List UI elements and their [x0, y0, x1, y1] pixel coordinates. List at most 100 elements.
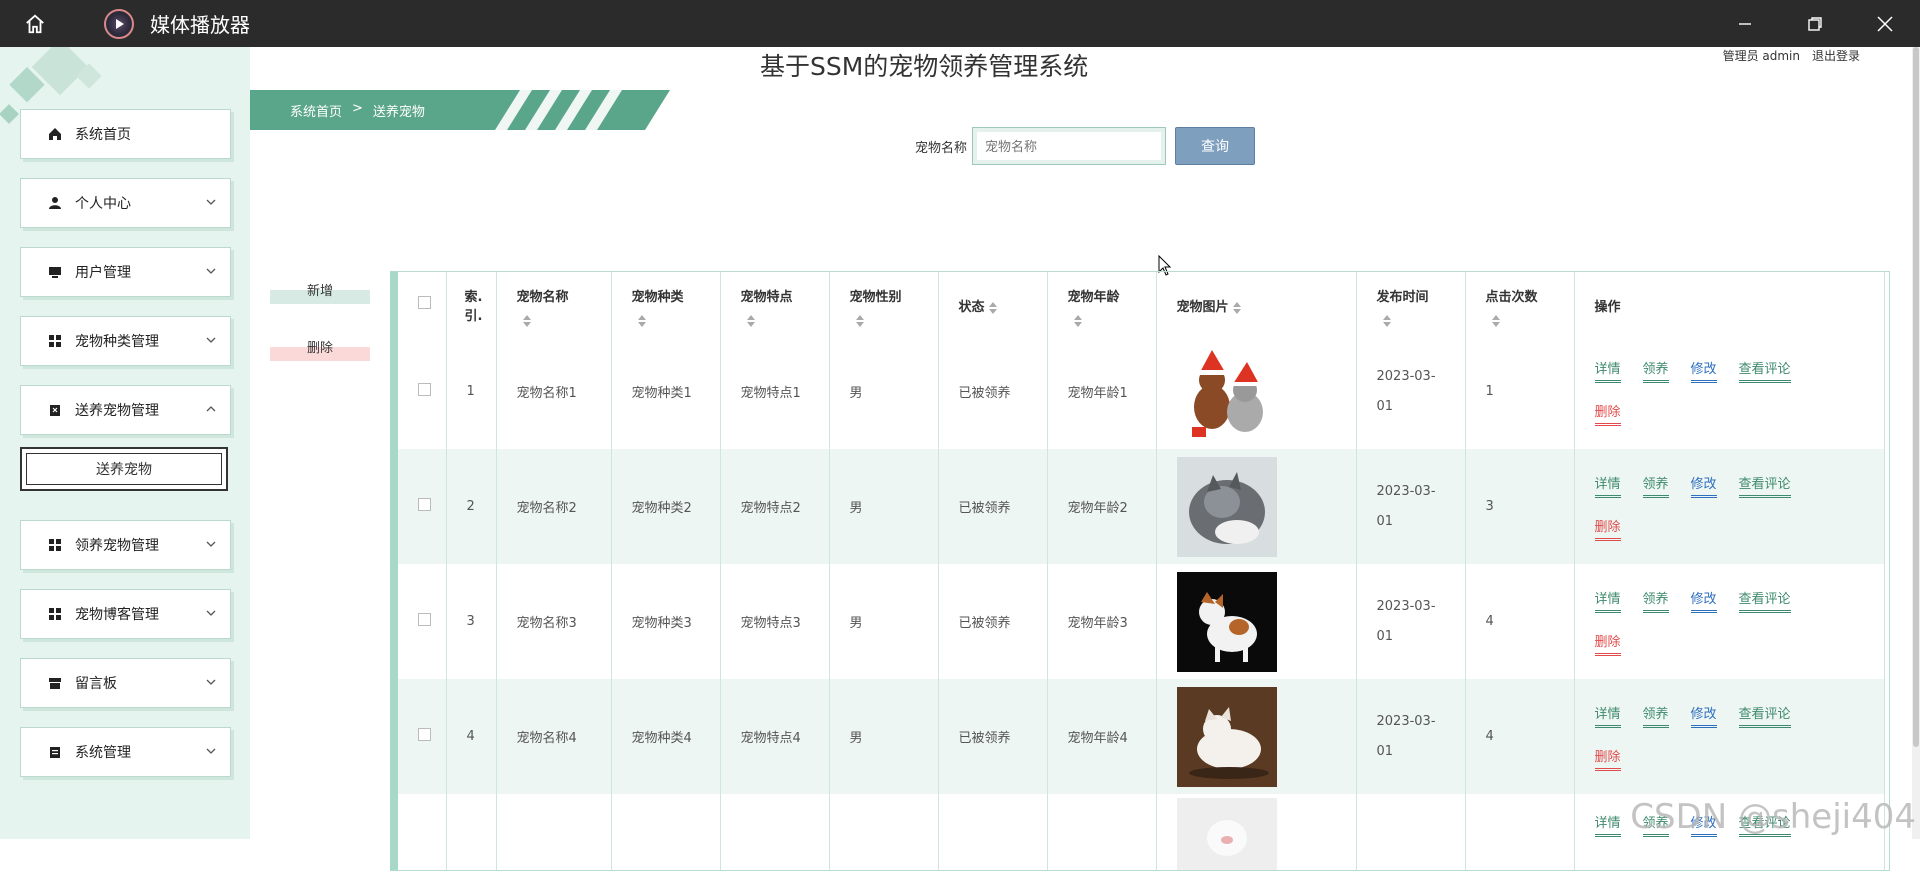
sidebar-item-pet-blog[interactable]: 宠物博客管理 — [20, 589, 231, 639]
pet-image-partial[interactable] — [1176, 798, 1277, 871]
chevron-down-icon — [206, 199, 216, 205]
adopt-link[interactable]: 领养 — [1642, 473, 1669, 498]
view-comments-link[interactable]: 查看评论 — [1738, 588, 1791, 613]
row-checkbox[interactable] — [418, 498, 431, 511]
detail-link[interactable]: 详情 — [1594, 358, 1621, 383]
cell-index: 2 — [446, 449, 497, 564]
minimize-button[interactable] — [1710, 0, 1780, 47]
row-checkbox[interactable] — [418, 613, 431, 626]
cell-gender: 男 — [829, 564, 939, 679]
grid-icon — [47, 537, 63, 553]
grid-icon — [47, 333, 63, 349]
delete-link[interactable]: 删除 — [1594, 631, 1621, 656]
view-comments-link[interactable]: 查看评论 — [1738, 473, 1791, 498]
detail-link[interactable]: 详情 — [1594, 812, 1621, 837]
pet-image-white-cat[interactable] — [1176, 686, 1277, 787]
search-label: 宠物名称 — [915, 140, 968, 156]
adopt-link[interactable]: 领养 — [1642, 588, 1669, 613]
column-header-feature[interactable]: 宠物特点 — [720, 272, 830, 334]
edit-link[interactable]: 修改 — [1690, 703, 1717, 728]
delete-link[interactable]: 删除 — [1594, 401, 1621, 426]
clipboard-icon — [47, 402, 63, 418]
sidebar-item-users[interactable]: 用户管理 — [20, 247, 231, 297]
detail-link[interactable]: 详情 — [1594, 703, 1621, 728]
restore-button[interactable] — [1780, 0, 1850, 47]
cell-status: 已被领养 — [938, 449, 1048, 564]
adopt-link[interactable]: 领养 — [1642, 703, 1669, 728]
cell-publish-time: 2023-03- 01 — [1356, 564, 1466, 679]
column-header-index: 索. — [464, 290, 483, 305]
sidebar-item-system[interactable]: 系统管理 — [20, 727, 231, 777]
column-header-publish-time[interactable]: 发布时间 — [1356, 272, 1466, 334]
sidebar-item-home[interactable]: 系统首页 — [20, 109, 231, 159]
breadcrumb-current: 送养宠物 — [372, 105, 425, 120]
sidebar-item-message-board[interactable]: 留言板 — [20, 658, 231, 708]
delete-button[interactable]: 删除 — [270, 337, 370, 361]
breadcrumb: 系统首页 > 送养宠物 — [290, 101, 425, 120]
logout-link[interactable]: 退出登录 — [1812, 47, 1860, 64]
column-header-name[interactable]: 宠物名称 — [496, 272, 612, 334]
vertical-scrollbar[interactable] — [1912, 47, 1920, 839]
edit-link[interactable]: 修改 — [1690, 358, 1717, 383]
close-button[interactable] — [1850, 0, 1920, 47]
sort-icon — [637, 315, 646, 327]
sort-icon — [1382, 315, 1391, 327]
column-header-age[interactable]: 宠物年龄 — [1047, 272, 1157, 334]
cell-gender: 男 — [829, 679, 939, 794]
cell-index: 3 — [446, 564, 497, 679]
select-all-checkbox[interactable] — [418, 296, 431, 309]
search-button[interactable]: 查询 — [1175, 127, 1256, 165]
edit-link[interactable]: 修改 — [1690, 473, 1717, 498]
search-input[interactable] — [972, 127, 1167, 165]
delete-button-label: 删除 — [306, 341, 333, 356]
sidebar-item-foster-pets[interactable]: 送养宠物管理 — [20, 385, 231, 435]
cell-feature: 宠物特点3 — [720, 564, 830, 679]
chevron-down-icon — [206, 679, 216, 685]
row-operations: 详情 领养 修改 查看评论 删除 — [1594, 473, 1825, 541]
breadcrumb-separator: > — [352, 101, 363, 116]
sort-icon — [855, 315, 864, 327]
column-header-image[interactable]: 宠物图片 — [1156, 272, 1357, 334]
sidebar-item-label: 宠物种类管理 — [75, 334, 159, 350]
sidebar-item-profile[interactable]: 个人中心 — [20, 178, 231, 228]
sidebar-item-adopt-pets[interactable]: 领养宠物管理 — [20, 520, 231, 570]
detail-link[interactable]: 详情 — [1594, 473, 1621, 498]
adopt-link[interactable]: 领养 — [1642, 358, 1669, 383]
cell-name: 宠物名称2 — [496, 449, 612, 564]
breadcrumb-home[interactable]: 系统首页 — [290, 101, 342, 120]
sidebar-subitem-foster-pet[interactable]: 送养宠物 — [20, 447, 228, 491]
pet-image-kitten[interactable] — [1176, 456, 1277, 557]
cell-kind: 宠物种类2 — [611, 449, 721, 564]
column-header-gender[interactable]: 宠物性别 — [829, 272, 939, 334]
pet-image-puppy[interactable] — [1176, 571, 1277, 672]
column-header-clicks[interactable]: 点击次数 — [1465, 272, 1575, 334]
sidebar-item-label: 用户管理 — [75, 265, 131, 281]
view-comments-link[interactable]: 查看评论 — [1738, 703, 1791, 728]
cell-name: 宠物名称4 — [496, 679, 612, 794]
row-checkbox[interactable] — [418, 728, 431, 741]
detail-link[interactable]: 详情 — [1594, 588, 1621, 613]
search-form: 宠物名称 查询 — [915, 127, 1256, 165]
sidebar-item-label: 领养宠物管理 — [75, 538, 159, 554]
page-title: 基于SSM的宠物领养管理系统 — [760, 52, 1089, 81]
scrollbar-thumb[interactable] — [1913, 47, 1919, 747]
table-row: 2 宠物名称2 宠物种类2 宠物特点2 男 已被领养 宠物年龄2 2023-03… — [398, 449, 1885, 564]
cell-status: 已被领养 — [938, 564, 1048, 679]
edit-link[interactable]: 修改 — [1690, 588, 1717, 613]
table-header-row: 索. 引. 宠物名称 宠物种类 宠物特点 宠物性别 状态 宠物年龄 宠物图片 发布… — [398, 272, 1885, 334]
home-icon[interactable] — [20, 9, 50, 39]
add-button[interactable]: 新增 — [270, 280, 370, 304]
column-header-status[interactable]: 状态 — [938, 272, 1048, 334]
sort-icon — [1491, 315, 1500, 327]
table-row: 1 宠物名称1 宠物种类1 宠物特点1 男 已被领养 宠物年龄1 2023-03… — [398, 334, 1885, 449]
delete-link[interactable]: 删除 — [1594, 746, 1621, 771]
table-row: 4 宠物名称4 宠物种类4 宠物特点4 男 已被领养 宠物年龄4 2023-03… — [398, 679, 1885, 794]
view-comments-link[interactable]: 查看评论 — [1738, 358, 1791, 383]
column-header-kind[interactable]: 宠物种类 — [611, 272, 721, 334]
chevron-down-icon — [206, 337, 216, 343]
delete-link[interactable]: 删除 — [1594, 516, 1621, 541]
sidebar-item-pet-kinds[interactable]: 宠物种类管理 — [20, 316, 231, 366]
chevron-down-icon — [206, 541, 216, 547]
row-checkbox[interactable] — [418, 383, 431, 396]
pet-image-dog-cat[interactable] — [1176, 341, 1277, 442]
